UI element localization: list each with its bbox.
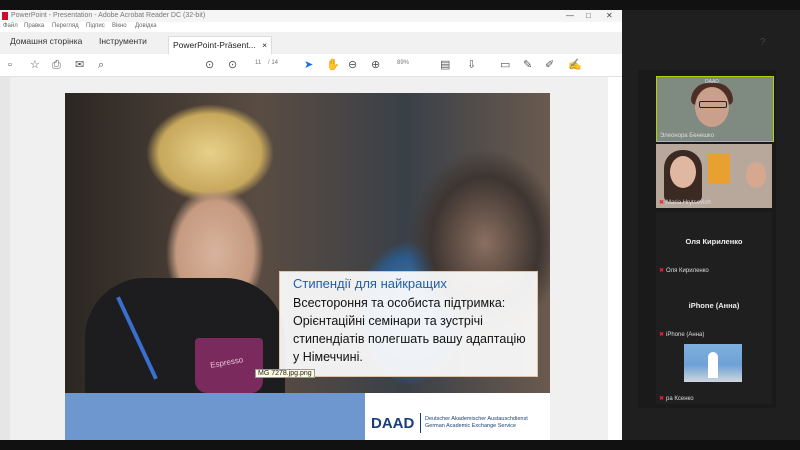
scroll-mode-icon[interactable]: ⇩ [467,58,476,72]
muted-mic-icon: ✖ [659,200,665,206]
participant-3-name-row: ✖ Оля Кириленко [659,267,709,274]
comment-icon[interactable]: ▭ [500,58,510,72]
help-icon[interactable]: ? [760,37,766,48]
right-tools-pane[interactable] [608,77,622,440]
tab-document-label: PowerPoint-Präsent... [173,40,256,50]
daad-subtitle-de: Deutscher Akademischer Austauschdienst [425,416,528,422]
highlight-pen-icon[interactable]: ✎ [523,58,532,72]
participant-2-name: Maria Hrytsevich [666,200,711,206]
participant-2-name-row: ✖ Maria Hrytsevich [659,199,711,206]
participant-1-glasses [699,101,727,108]
participant-3-name: Оля Кириленко [666,268,709,274]
zoom-out-icon[interactable]: ⊖ [348,58,357,72]
participant-tile-5[interactable]: ✖ ра Ксенко [656,340,772,404]
daad-subtitle-en: German Academic Exchange Service [425,423,517,429]
participant-5-figure [708,352,718,378]
participant-tile-3[interactable]: Оля Кириленко ✖ Оля Кириленко [656,212,772,276]
participant-1-name: Элеонора Бенешко [660,133,715,139]
close-icon[interactable]: ✕ [606,11,613,20]
participant-4-name-row: ✖ iPhone (Анна) [659,331,704,338]
minimize-icon[interactable]: — [566,11,574,20]
daad-logo: DAAD [371,415,415,432]
participant-tile-1[interactable]: DAAD Элеонора Бенешко [656,76,774,142]
fit-page-icon[interactable]: ▤ [440,58,450,72]
menu-file[interactable]: Файл [3,23,18,29]
tab-bar: Домашня сторінка Інструменти PowerPoint-… [0,32,766,55]
participant-4-display-name: iPhone (Анна) [688,301,740,310]
participant-4-name: iPhone (Анна) [666,332,705,338]
menu-help[interactable]: Довідка [135,23,157,29]
muted-mic-icon: ✖ [659,332,665,338]
participant-5-name-row: ✖ ра Ксенко [659,395,694,402]
document-view[interactable]: Espresso Стипендії для найкращих Всестор… [0,77,622,450]
tab-tools[interactable]: Інструменти [99,36,147,46]
tab-close-icon[interactable]: × [262,40,267,50]
save-icon[interactable]: ▫ [8,58,12,72]
menu-edit[interactable]: Правка [24,23,44,29]
participant-3-display-name: Оля Кириленко [685,237,743,246]
email-icon[interactable]: ✉ [75,58,84,72]
zoom-in-icon[interactable]: ⊕ [371,58,380,72]
page-up-icon[interactable]: ⊙ [205,58,214,72]
page-total: / 14 [268,60,279,66]
zoom-level-select[interactable]: 89% [397,60,409,66]
print-icon[interactable]: ⎙ [52,58,61,72]
bottom-black-bar [0,440,800,450]
page-number-input[interactable]: 11 [255,60,261,66]
fill-sign-icon[interactable]: ✍ [568,58,582,72]
participant-2-second-person [746,162,766,188]
menu-sign[interactable]: Підпис [86,23,105,29]
toolbar: ▫ ☆ ⎙ ✉ ⌕ ⊙ ⊙ 11 / 14 ➤ ✋ ⊖ ⊕ 89% ▤ ⇩ ▭ … [0,54,622,77]
slide-body: Всестороння та особиста підтримка: Орієн… [293,296,526,364]
search-icon[interactable]: ⌕ [98,58,104,72]
zoom-gallery-panel: DAAD Элеонора Бенешко ✖ Maria Hrytsevich … [638,70,776,408]
slide-title: Стипендії для найкращих [293,276,447,291]
menu-bar: Файл Правка Перегляд Підпис Вікно Довідк… [0,22,622,32]
muted-mic-icon: ✖ [659,268,665,274]
tab-home[interactable]: Домашня сторінка [10,36,82,46]
participant-tile-4[interactable]: iPhone (Анна) ✖ iPhone (Анна) [656,276,772,340]
acrobat-icon [2,12,8,20]
logo-divider [420,413,421,433]
draw-icon[interactable]: ✐ [545,58,554,72]
participant-2-video [670,156,696,188]
image-tooltip: MG 7278.jpg.png [255,369,315,378]
title-bar: PowerPoint - Presentation - Adobe Acroba… [0,10,622,22]
tab-document[interactable]: PowerPoint-Präsent... × [168,36,273,54]
participant-tile-2[interactable]: ✖ Maria Hrytsevich [656,144,772,208]
bookmark-star-icon[interactable]: ☆ [30,58,40,72]
window-title: PowerPoint - Presentation - Adobe Acroba… [11,12,206,19]
page-down-icon[interactable]: ⊙ [228,58,237,72]
top-black-bar [0,0,800,10]
maximize-icon[interactable]: □ [586,11,591,20]
daad-logo-subtitle: Deutscher Akademischer Austauschdienst G… [425,416,528,430]
muted-mic-icon: ✖ [659,396,665,402]
slide-textbox: Стипендії для найкращих Всестороння та о… [279,271,538,377]
participant-5-name: ра Ксенко [666,396,694,402]
participant-2-background-poster [708,154,730,184]
left-pane-strip[interactable] [0,77,10,440]
menu-view[interactable]: Перегляд [52,23,79,29]
presentation-slide: Espresso Стипендії для найкращих Всестор… [65,93,550,450]
hand-tool-icon[interactable]: ✋ [326,58,340,72]
select-cursor-icon[interactable]: ➤ [304,58,313,72]
menu-window[interactable]: Вікно [112,23,127,29]
acrobat-window: PowerPoint - Presentation - Adobe Acroba… [0,10,766,450]
